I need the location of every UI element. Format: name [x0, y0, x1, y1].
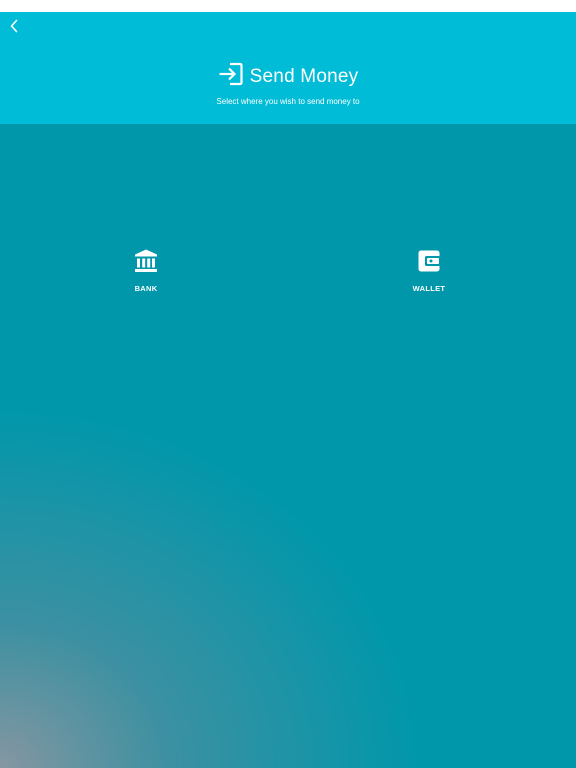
wallet-icon [416, 248, 442, 274]
header: Send Money Select where you wish to send… [0, 12, 576, 124]
content-area: BANK WALLET [0, 124, 576, 768]
wallet-label: WALLET [412, 284, 446, 293]
bank-option[interactable]: BANK [106, 248, 186, 293]
status-bar [0, 0, 576, 12]
wallet-option[interactable]: WALLET [389, 248, 469, 293]
title-row: Send Money [0, 62, 576, 91]
chevron-left-icon [9, 19, 19, 38]
bank-label: BANK [134, 284, 158, 293]
page-subtitle: Select where you wish to send money to [216, 97, 360, 106]
back-button[interactable] [4, 18, 24, 38]
login-arrow-icon [218, 62, 244, 91]
bank-icon [133, 248, 159, 274]
page-title: Send Money [249, 65, 359, 87]
